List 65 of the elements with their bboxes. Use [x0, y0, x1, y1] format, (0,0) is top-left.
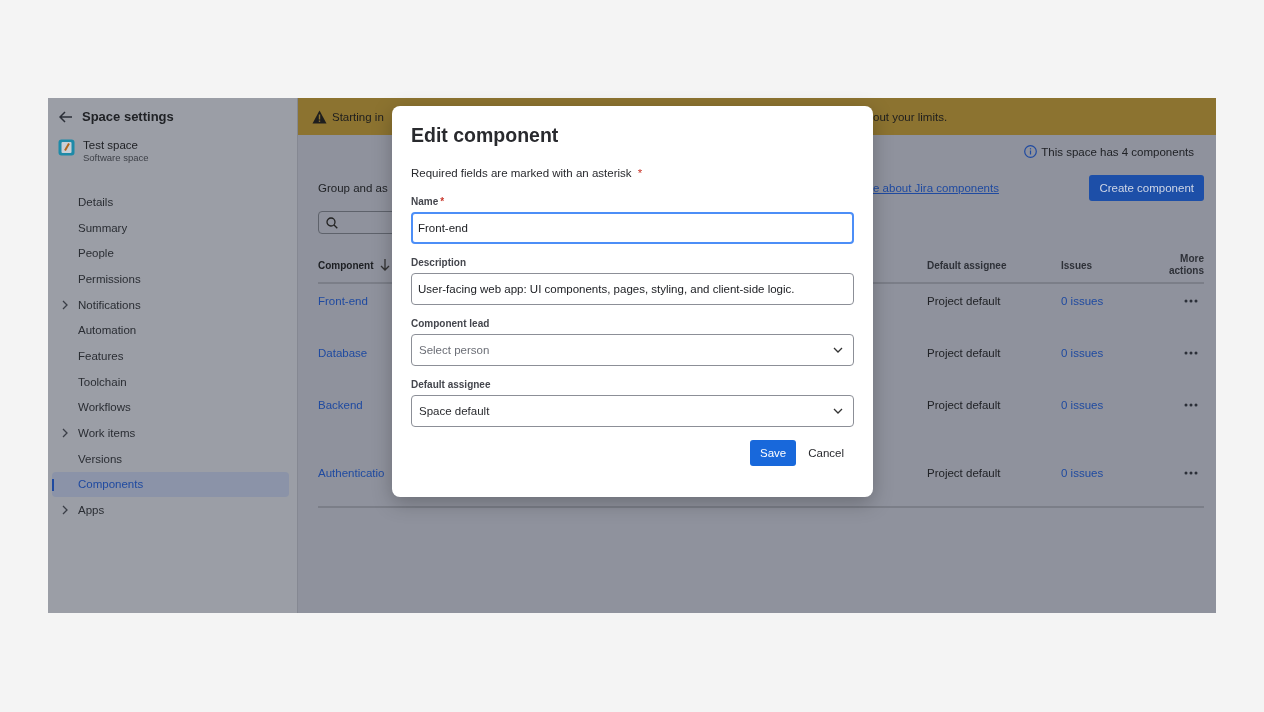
- cancel-button[interactable]: Cancel: [798, 440, 854, 466]
- required-note: Required fields are marked with an asterisk *: [411, 167, 644, 179]
- nav-item[interactable]: Workflows: [52, 394, 289, 421]
- component-link[interactable]: Authenticatio: [318, 467, 385, 479]
- issues-link[interactable]: 0 issues: [1061, 467, 1104, 479]
- sort-arrow-icon[interactable]: [379, 259, 390, 271]
- banner-text: out your limits.: [873, 110, 949, 123]
- table-cell: Project default: [927, 399, 1001, 411]
- component-count: This space has 4 components: [1041, 145, 1194, 158]
- nav-item[interactable]: Toolchain: [52, 368, 289, 395]
- nav-item[interactable]: Automation: [52, 317, 289, 344]
- column-header: Default assignee: [927, 259, 1007, 271]
- table-cell: Project default: [927, 467, 1001, 479]
- table-cell: Project default: [927, 295, 1001, 307]
- space-type: Software space: [83, 152, 149, 163]
- info-icon: [1024, 145, 1038, 158]
- field-label: Default assignee: [411, 379, 492, 390]
- more-icon[interactable]: [1184, 403, 1198, 407]
- dialog-title: Edit component: [411, 124, 560, 147]
- search-icon: [326, 216, 338, 229]
- learn-more-link[interactable]: e about Jira components: [873, 182, 999, 194]
- nav-item[interactable]: Work items: [52, 420, 289, 446]
- nav-item[interactable]: Versions: [52, 445, 289, 472]
- chevron-right-icon[interactable]: [62, 299, 68, 310]
- nav-item[interactable]: Details: [52, 189, 289, 215]
- chevron-down-icon: [833, 408, 843, 414]
- component-link[interactable]: Database: [318, 347, 368, 359]
- warning-icon: [312, 109, 327, 124]
- field-label: Description: [411, 257, 467, 268]
- more-icon[interactable]: [1184, 471, 1198, 475]
- field-label: Component lead: [411, 318, 491, 329]
- nav-item[interactable]: Features: [52, 343, 289, 369]
- page-title: Space settings: [82, 109, 174, 124]
- nav-item[interactable]: Apps: [52, 497, 289, 523]
- save-button[interactable]: Save: [749, 440, 797, 466]
- nav-item[interactable]: Permissions: [52, 266, 289, 292]
- nav-item[interactable]: Summary: [52, 214, 289, 241]
- component-link[interactable]: Backend: [318, 399, 363, 411]
- text-field[interactable]: User-facing web app: UI components, pages, styling, and client-side logic.: [411, 273, 854, 305]
- select-field[interactable]: Space default: [411, 395, 854, 427]
- more-icon[interactable]: [1184, 351, 1198, 355]
- issues-link[interactable]: 0 issues: [1061, 295, 1104, 307]
- issues-link[interactable]: 0 issues: [1061, 399, 1104, 411]
- nav-item[interactable]: Notifications: [52, 291, 289, 318]
- banner-text: Starting in: [332, 110, 384, 123]
- space-name: Test space: [83, 139, 139, 151]
- text-field[interactable]: Front-end: [411, 212, 854, 244]
- more-icon[interactable]: [1184, 299, 1198, 303]
- column-header: Issues: [1061, 259, 1093, 271]
- component-link[interactable]: Front-end: [318, 295, 368, 307]
- table-cell: Project default: [927, 347, 1001, 359]
- field-label: Name *: [411, 196, 446, 207]
- chevron-down-icon: [833, 347, 843, 353]
- column-header[interactable]: Component: [318, 259, 374, 271]
- notebook-icon: [58, 139, 75, 156]
- nav-item[interactable]: Components: [52, 471, 289, 498]
- chevron-right-icon[interactable]: [62, 428, 68, 439]
- chevron-right-icon[interactable]: [62, 505, 68, 516]
- back-arrow-icon[interactable]: [59, 110, 73, 123]
- select-field[interactable]: Select person: [411, 334, 854, 366]
- intro-text: Group and as: [318, 182, 389, 194]
- column-header: More actions: [1168, 253, 1204, 277]
- create-component-button[interactable]: Create component: [1089, 175, 1204, 201]
- nav-item[interactable]: People: [52, 240, 289, 267]
- issues-link[interactable]: 0 issues: [1061, 347, 1104, 359]
